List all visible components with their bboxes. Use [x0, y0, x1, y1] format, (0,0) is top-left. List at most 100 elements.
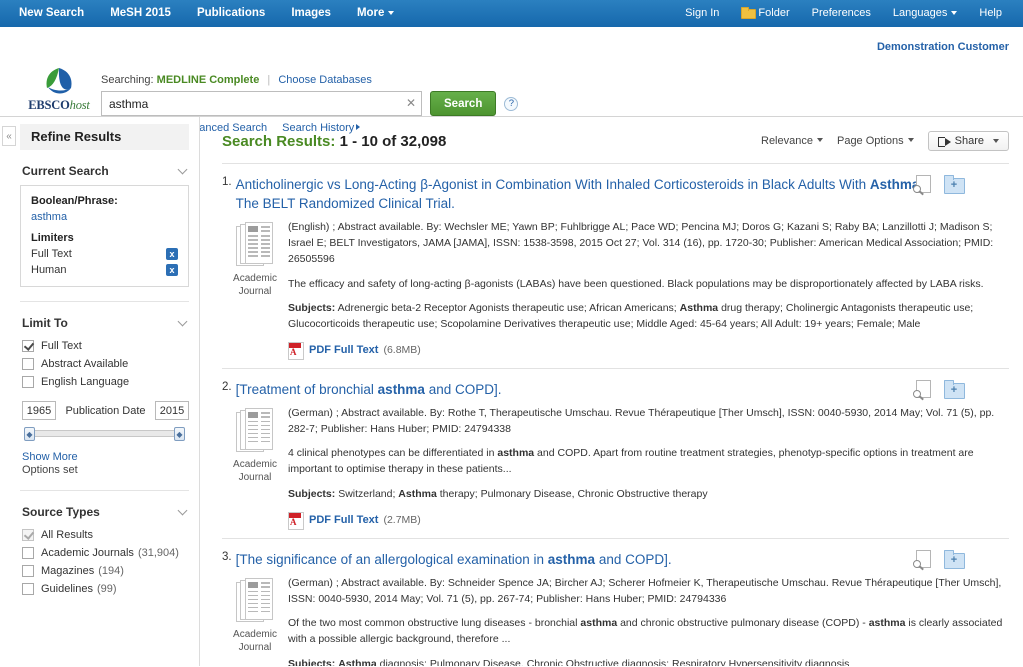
- caption-line-2: Journal: [238, 471, 272, 483]
- ebscohost-logo[interactable]: EBSCOhost: [20, 67, 98, 113]
- preview-icon[interactable]: [913, 175, 931, 194]
- result-number: 3.: [222, 550, 232, 563]
- limit-to-header[interactable]: Limit To: [20, 302, 189, 337]
- checkbox-icon[interactable]: [22, 529, 34, 541]
- publication-date-slider[interactable]: ◆ ◆: [24, 427, 185, 441]
- add-to-folder-icon[interactable]: +: [944, 549, 965, 569]
- nav-item-mesh[interactable]: MeSH 2015: [97, 0, 184, 27]
- limit-to-panel: Limit To Full Text Abstract Available En…: [20, 302, 189, 491]
- search-input[interactable]: [101, 91, 422, 116]
- result-item-3: 3. [The significance of an allergologica…: [222, 537, 1009, 666]
- nav-item-folder[interactable]: Folder: [730, 0, 800, 27]
- slider-track[interactable]: [32, 430, 177, 437]
- boolean-phrase-term[interactable]: asthma: [31, 211, 178, 223]
- publication-date-to-input[interactable]: [155, 401, 189, 420]
- source-type-label: Magazines: [41, 565, 95, 577]
- sort-relevance-dropdown[interactable]: Relevance: [761, 135, 823, 147]
- checkbox-label: Full Text: [41, 340, 82, 352]
- preview-icon[interactable]: [913, 549, 931, 569]
- ebsco-leaf-icon: [44, 67, 74, 97]
- result-number: 2.: [222, 380, 232, 393]
- divider: |: [267, 74, 271, 86]
- remove-limiter-button[interactable]: x: [166, 264, 178, 276]
- nav-item-sign-in[interactable]: Sign In: [674, 0, 730, 27]
- slider-handle-right[interactable]: ◆: [174, 427, 185, 441]
- limit-to-label: Limit To: [22, 316, 68, 330]
- chevron-down-icon: [993, 139, 999, 143]
- source-type-caption: Academic Journal: [222, 458, 288, 484]
- logo-primary-text: EBSCO: [28, 98, 70, 112]
- current-search-header[interactable]: Current Search: [20, 150, 189, 185]
- show-more-link[interactable]: Show More: [22, 451, 78, 463]
- refine-results-title: Refine Results: [20, 124, 189, 150]
- preview-icon[interactable]: [913, 379, 931, 399]
- limiter-row-full-text: Full Text x: [31, 248, 178, 260]
- source-types-header[interactable]: Source Types: [20, 491, 189, 526]
- subjects-value: Switzerland; Asthma therapy; Pulmonary D…: [338, 487, 708, 500]
- add-to-folder-icon[interactable]: +: [944, 379, 965, 399]
- nav-item-new-search[interactable]: New Search: [6, 0, 97, 27]
- checkbox-icon[interactable]: [22, 340, 34, 352]
- page-options-dropdown[interactable]: Page Options: [837, 135, 914, 147]
- subjects-label: Subjects:: [288, 487, 336, 500]
- checkbox-icon[interactable]: [22, 376, 34, 388]
- result-metadata-column: (German) ; Abstract available. By: Schne…: [288, 576, 1009, 666]
- result-title-link[interactable]: [The significance of an allergological e…: [236, 550, 672, 569]
- nav-item-preferences[interactable]: Preferences: [801, 0, 882, 27]
- nav-item-label: Publications: [196, 7, 266, 19]
- limit-checkbox-abstract-available[interactable]: Abstract Available: [20, 355, 189, 373]
- close-icon[interactable]: ✕: [406, 96, 416, 110]
- add-to-folder-icon[interactable]: +: [944, 175, 965, 194]
- nav-item-publications[interactable]: Publications: [184, 0, 278, 27]
- source-type-guidelines[interactable]: Guidelines (99): [20, 580, 189, 598]
- plus-glyph: +: [950, 553, 958, 566]
- customer-name-link[interactable]: Demonstration Customer: [877, 41, 1009, 53]
- academic-journal-icon: [236, 577, 274, 624]
- choose-databases-link[interactable]: Choose Databases: [278, 74, 372, 86]
- pdf-full-text-link[interactable]: PDF Full Text: [309, 514, 378, 526]
- magnifier-glyph: [913, 185, 921, 193]
- checkbox-icon[interactable]: [22, 583, 34, 595]
- share-button[interactable]: Share: [927, 131, 1009, 151]
- pdf-full-text-row[interactable]: A PDF Full Text (2.7MB): [288, 511, 1007, 530]
- search-button[interactable]: Search: [430, 91, 497, 116]
- caption-line-2: Journal: [238, 286, 272, 298]
- checkbox-label: English Language: [41, 376, 130, 388]
- caption-line-2: Journal: [238, 641, 272, 653]
- result-title-link[interactable]: Anticholinergic vs Long-Acting β-Agonist…: [236, 175, 939, 213]
- help-icon[interactable]: ?: [504, 96, 519, 111]
- result-title-row: 2. [Treatment of bronchial asthma and CO…: [222, 380, 1009, 399]
- options-set-text: Options set: [22, 464, 78, 476]
- publication-date-from-input[interactable]: [22, 401, 56, 420]
- source-type-all-results[interactable]: All Results: [20, 526, 189, 544]
- current-search-label: Current Search: [22, 164, 109, 178]
- show-more-row: Show More: [22, 451, 189, 463]
- nav-item-more[interactable]: More: [344, 0, 407, 27]
- limit-checkbox-english-language[interactable]: English Language: [20, 373, 189, 391]
- nav-item-images[interactable]: Images: [278, 0, 344, 27]
- checkbox-icon[interactable]: [22, 565, 34, 577]
- result-action-icons: +: [913, 549, 965, 569]
- nav-item-languages[interactable]: Languages: [882, 0, 968, 27]
- nav-item-help[interactable]: Help: [968, 0, 1013, 27]
- search-results-panel: Search Results: 1 - 10 of 32,098 Relevan…: [200, 117, 1023, 666]
- result-number: 1.: [222, 176, 232, 188]
- caption-line-1: Academic: [233, 628, 277, 640]
- remove-limiter-button[interactable]: x: [166, 248, 178, 260]
- pdf-full-text-link[interactable]: PDF Full Text: [309, 344, 378, 356]
- source-type-magazines[interactable]: Magazines (194): [20, 562, 189, 580]
- pdf-full-text-row[interactable]: A PDF Full Text (6.8MB): [288, 341, 1007, 360]
- limit-checkbox-full-text[interactable]: Full Text: [20, 337, 189, 355]
- results-count-title: Search Results: 1 - 10 of 32,098: [222, 133, 446, 150]
- checkbox-icon[interactable]: [22, 358, 34, 370]
- magnifier-glyph: [913, 559, 921, 568]
- source-type-academic-journals[interactable]: Academic Journals (31,904): [20, 544, 189, 562]
- chevron-down-icon: [177, 164, 188, 175]
- result-title-link[interactable]: [Treatment of bronchial asthma and COPD]…: [236, 380, 502, 399]
- slider-handle-left[interactable]: ◆: [24, 427, 35, 441]
- source-type-count: (194): [98, 565, 124, 577]
- nav-item-label: New Search: [19, 7, 85, 19]
- sidebar-collapse-button[interactable]: «: [2, 126, 16, 146]
- checkbox-icon[interactable]: [22, 547, 34, 559]
- caption-line-1: Academic: [233, 273, 277, 285]
